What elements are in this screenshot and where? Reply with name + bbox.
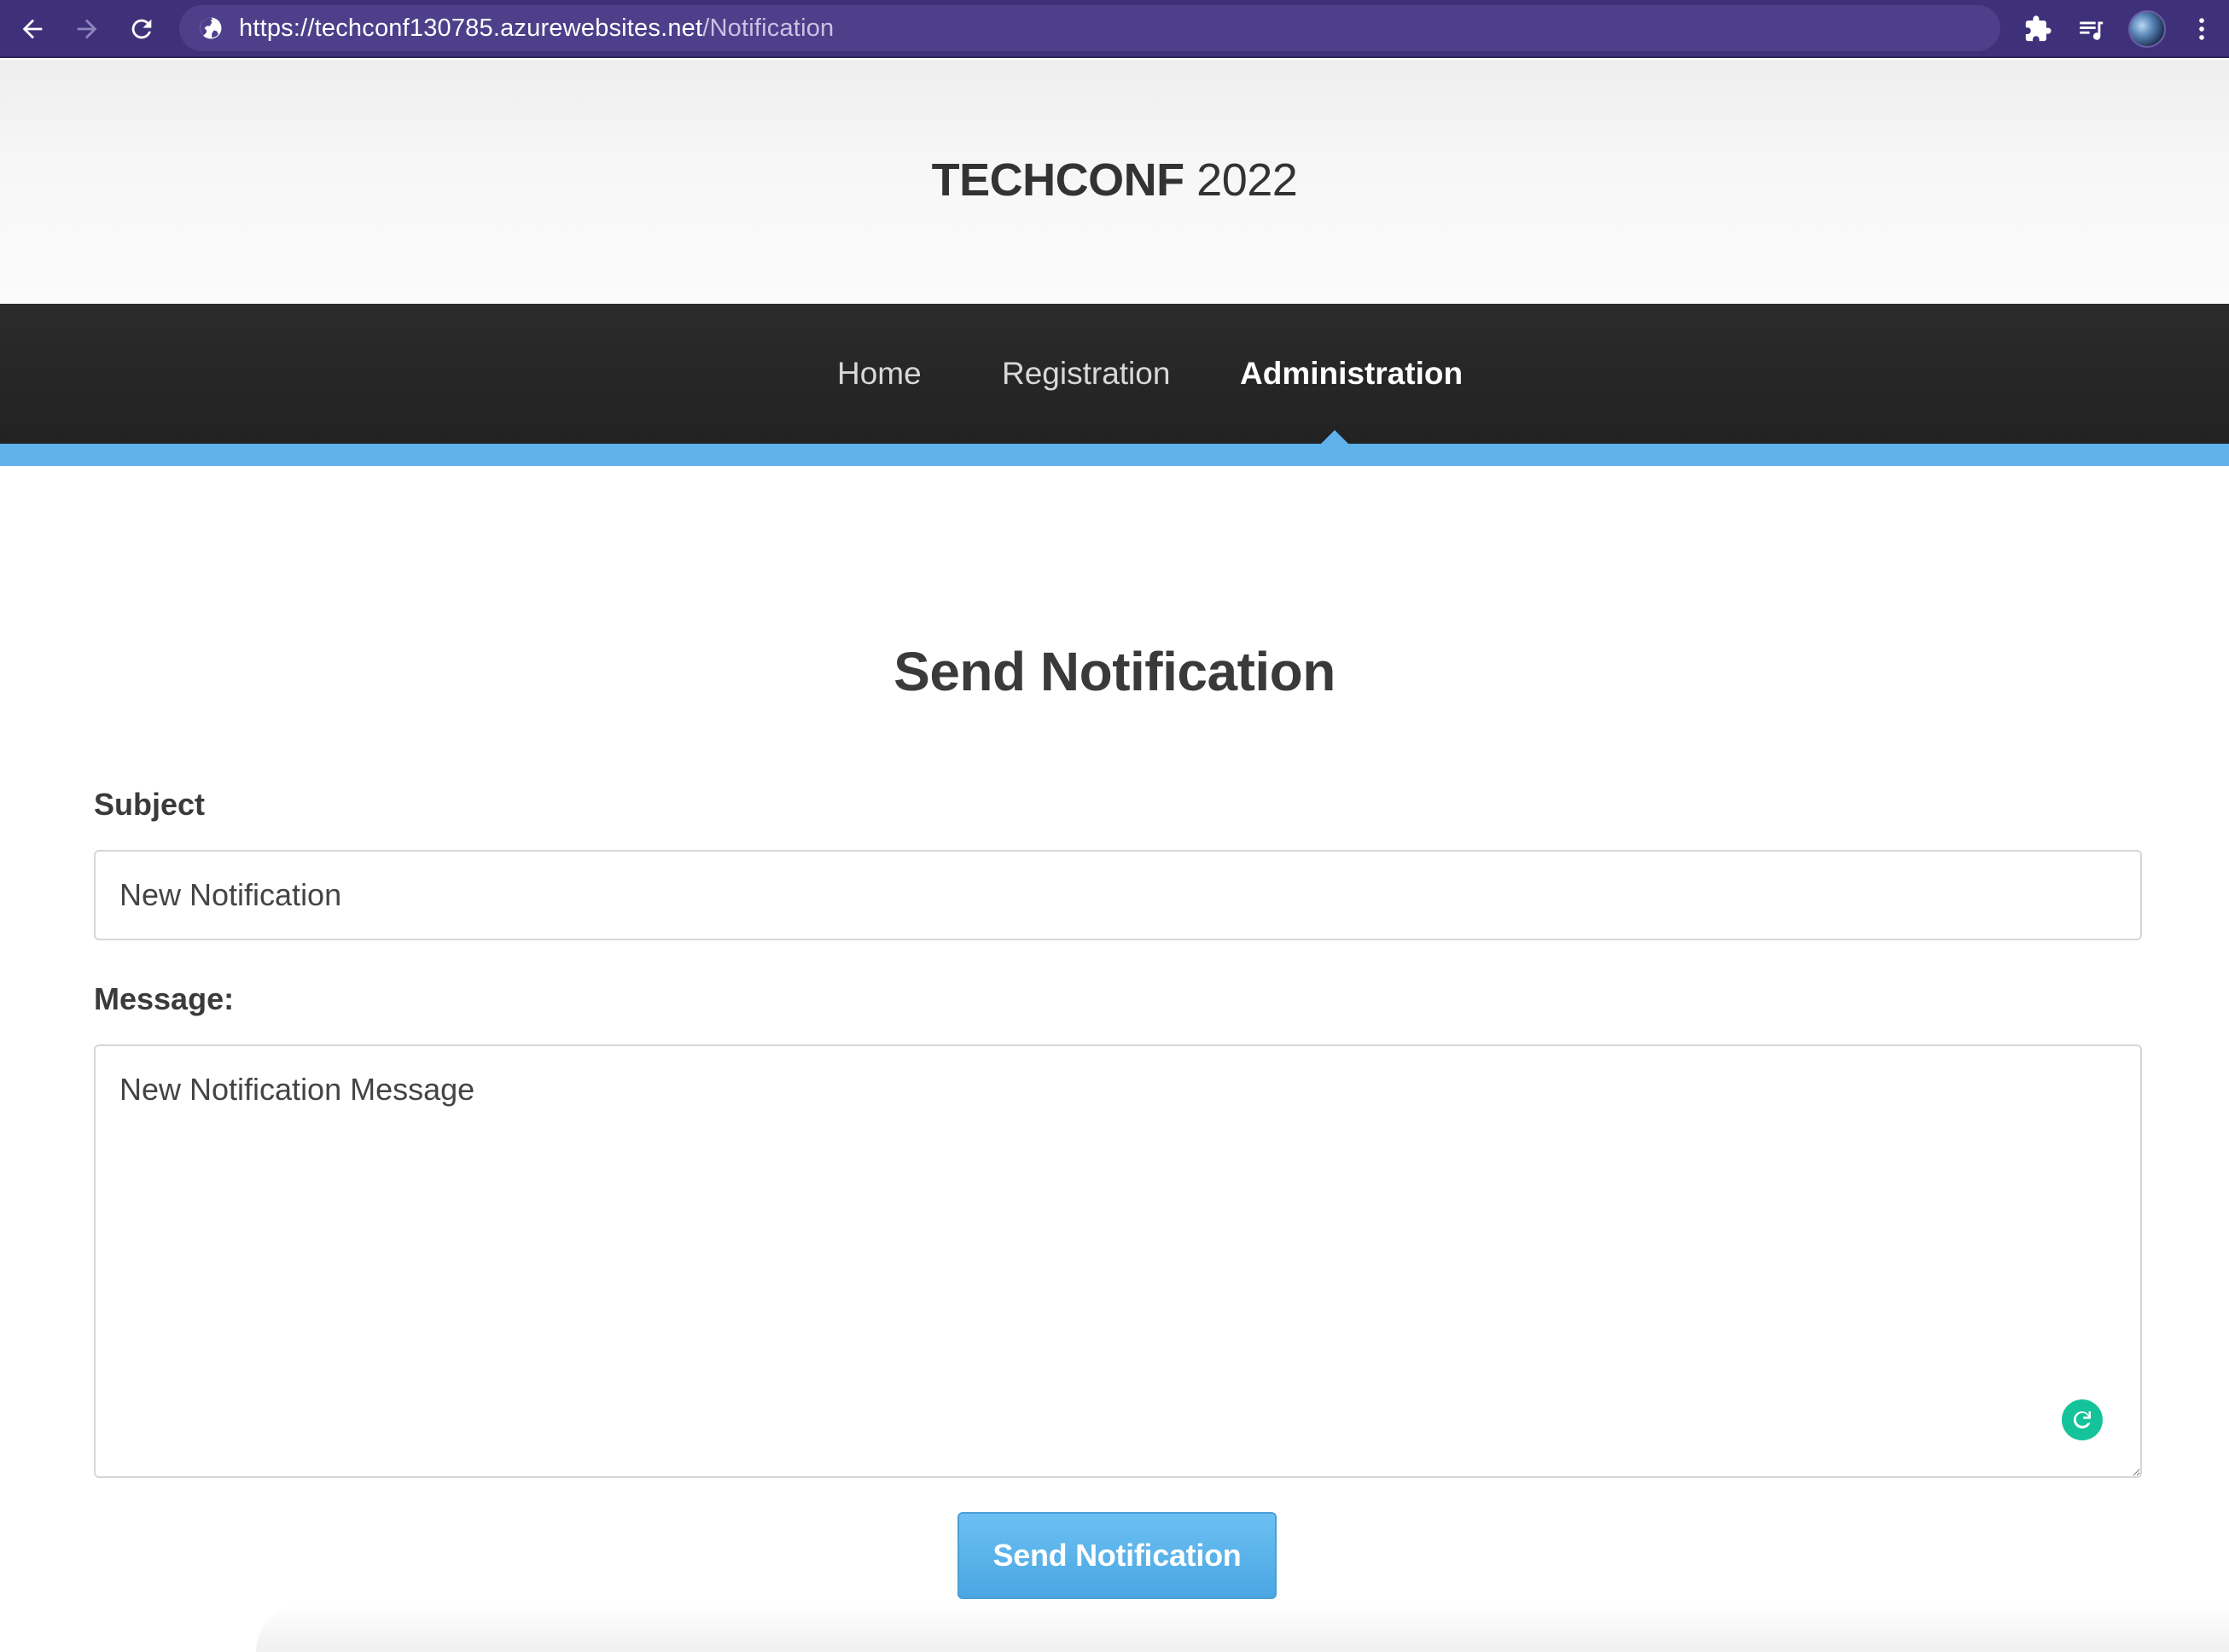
url-text: https://techconf130785.azurewebsites.net… — [239, 15, 834, 43]
reading-list-icon[interactable] — [2070, 9, 2111, 49]
message-textarea[interactable]: New Notification Message — [94, 1044, 2142, 1478]
avatar-image — [2128, 10, 2166, 48]
grammarly-icon[interactable] — [2062, 1399, 2103, 1440]
back-icon[interactable] — [12, 9, 53, 49]
reload-icon[interactable] — [121, 9, 162, 49]
site-header: TECHCONF 2022 — [0, 60, 2229, 304]
nav-item-registration[interactable]: Registration — [1002, 304, 1170, 444]
more-menu-icon[interactable] — [2181, 9, 2222, 49]
subject-input[interactable] — [94, 850, 2142, 940]
logo-year: 2022 — [1184, 154, 1298, 206]
nav-item-administration[interactable]: Administration — [1240, 304, 1463, 444]
forward-icon[interactable] — [67, 9, 108, 49]
address-bar[interactable]: https://techconf130785.azurewebsites.net… — [179, 5, 2000, 51]
page-title: Send Notification — [893, 641, 1336, 702]
active-nav-indicator — [1321, 430, 1348, 444]
logo-year-text: 2022 — [1196, 154, 1298, 206]
profile-avatar[interactable] — [2127, 9, 2168, 49]
subject-label: Subject — [94, 787, 206, 822]
site-info-icon[interactable] — [198, 15, 224, 41]
page-bottom-shadow — [256, 1604, 2229, 1652]
message-label: Message: — [94, 981, 235, 1016]
url-path: /Notification — [702, 14, 835, 42]
site-logo[interactable]: TECHCONF 2022 — [932, 154, 1298, 206]
nav-accent-stripe — [0, 444, 2229, 466]
extensions-icon[interactable] — [2017, 9, 2058, 49]
browser-toolbar: https://techconf130785.azurewebsites.net… — [0, 0, 2229, 58]
main-navigation: Home Registration Administration — [0, 304, 2229, 444]
url-host: https://techconf130785.azurewebsites.net — [239, 14, 703, 42]
nav-item-home[interactable]: Home — [837, 304, 922, 444]
send-notification-button[interactable]: Send Notification — [957, 1512, 1277, 1599]
logo-bold-text: TECHCONF — [931, 154, 1184, 206]
